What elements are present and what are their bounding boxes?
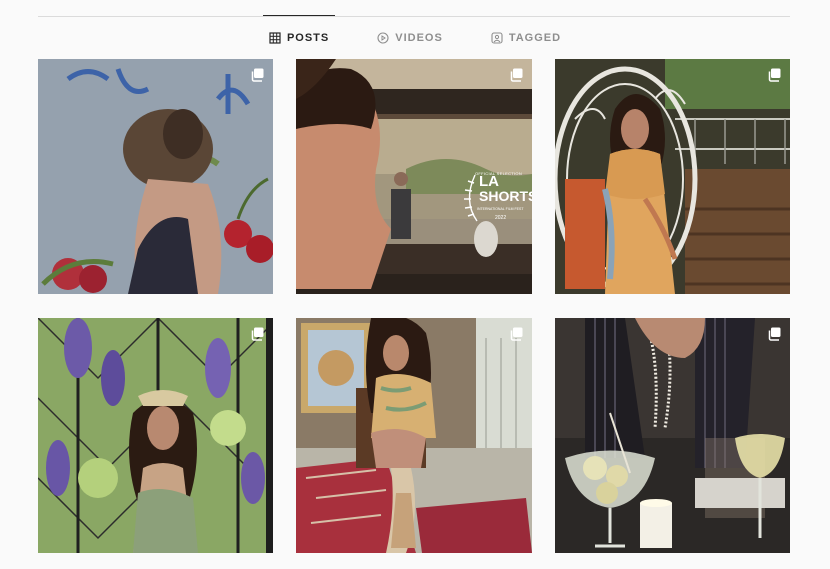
play-icon xyxy=(377,32,389,44)
post-image xyxy=(555,59,790,294)
la-shorts-badge: OFFICIAL SELECTION LA SHORTS INTERNATION… xyxy=(461,169,532,225)
tag-user-icon xyxy=(491,32,503,44)
post-thumbnail[interactable] xyxy=(555,59,790,294)
multi-photo-icon xyxy=(768,327,781,341)
multi-photo-icon xyxy=(510,68,523,82)
multi-photo-icon xyxy=(768,68,781,82)
badge-main-shorts: SHORTS xyxy=(479,188,532,204)
post-image xyxy=(555,318,790,553)
post-thumbnail[interactable] xyxy=(555,318,790,553)
post-image xyxy=(38,318,273,553)
multi-photo-icon xyxy=(251,327,264,341)
grid-icon xyxy=(269,32,281,44)
post-image xyxy=(296,318,532,553)
badge-year: 2022 xyxy=(495,215,507,221)
post-image xyxy=(38,59,273,294)
badge-sub-text: INTERNATIONAL FILM FEST xyxy=(477,207,524,211)
profile-tabs: POSTS VIDEOS TAGGED xyxy=(0,15,830,56)
posts-grid: OFFICIAL SELECTION LA SHORTS INTERNATION… xyxy=(38,59,791,553)
multi-photo-icon xyxy=(510,327,523,341)
laurel-icon xyxy=(464,174,478,222)
tab-videos-label: VIDEOS xyxy=(395,32,443,44)
multi-photo-icon xyxy=(251,68,264,82)
tab-posts[interactable]: POSTS xyxy=(262,15,336,60)
tab-tagged-label: TAGGED xyxy=(508,32,562,44)
post-thumbnail[interactable]: OFFICIAL SELECTION LA SHORTS INTERNATION… xyxy=(296,59,532,294)
tab-posts-label: POSTS xyxy=(286,32,330,44)
badge-main-la: LA xyxy=(479,173,499,190)
post-thumbnail[interactable] xyxy=(38,318,273,553)
post-thumbnail[interactable] xyxy=(38,59,273,294)
tab-videos[interactable]: VIDEOS xyxy=(377,16,443,60)
post-thumbnail[interactable] xyxy=(296,318,532,553)
tab-tagged[interactable]: TAGGED xyxy=(491,16,561,60)
